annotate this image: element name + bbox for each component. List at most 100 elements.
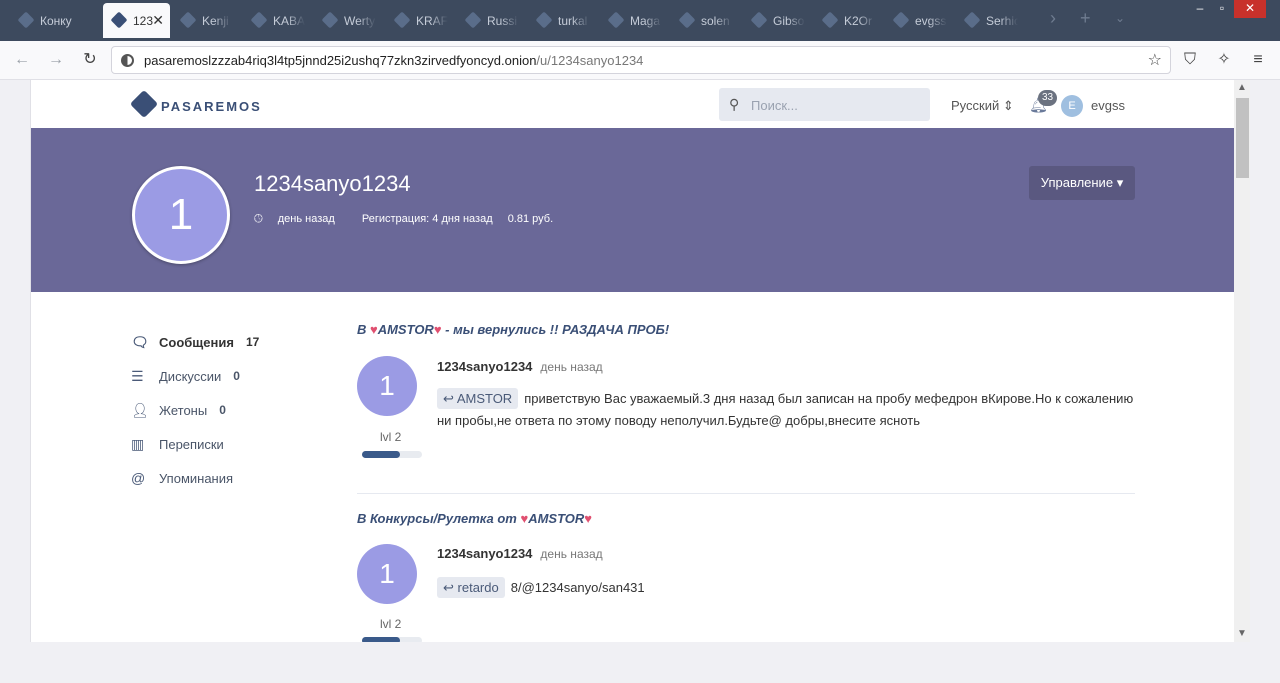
post-time[interactable]: день назад [540, 360, 602, 374]
site-favicon-icon [321, 11, 339, 29]
browser-tab[interactable]: KRAFT [376, 3, 448, 38]
page-scrollbar[interactable]: ▲ ▼ [1234, 80, 1250, 642]
balance: 0.81 руб. [507, 213, 554, 225]
search-box[interactable]: ⚲ [719, 88, 930, 121]
heart-icon: ♥ [370, 322, 378, 337]
reply-icon: ↩ [443, 580, 454, 595]
close-window-icon[interactable]: ✕ [1234, 0, 1266, 18]
reload-icon[interactable]: ↻ [80, 50, 100, 70]
logo-icon[interactable] [129, 89, 159, 119]
profile-sidebar: 🗨︎ Сообщения 17 ☰ Дискуссии 0 👤︎ Жетоны 0 ▥ Пер… [131, 325, 331, 495]
post-time[interactable]: день назад [540, 547, 602, 561]
level-progress-fill [362, 451, 401, 458]
site-favicon-icon [179, 11, 197, 29]
address-bar[interactable]: pasaremoslzzzab4riq3l4tp5jnnd25i2ushq77z… [111, 46, 1171, 74]
browser-tab[interactable]: solen [661, 3, 733, 38]
site-favicon-icon [821, 11, 839, 29]
at-icon: @ [131, 470, 146, 486]
browser-tab-strip: Конку 123✕ Kenji KABAI Werty KRAFT Russi… [0, 0, 1280, 41]
site-favicon-icon [250, 11, 268, 29]
sidebar-item-tokens[interactable]: 👤︎ Жетоны 0 [131, 393, 331, 427]
profile-meta: 🕓︎ день назад Регистрация: 4 дня назад 0… [254, 213, 565, 226]
profile-banner: 1 1234sanyo1234 🕓︎ день назад Регистраци… [31, 128, 1235, 292]
site-favicon-icon [678, 11, 696, 29]
post-author-avatar[interactable]: 1 [357, 356, 417, 416]
browser-tab[interactable]: Serhic [946, 3, 1018, 38]
browser-tab[interactable]: turkal [518, 3, 590, 38]
hamburger-menu-icon[interactable]: ≡ [1248, 50, 1268, 70]
shield-icon[interactable]: ⛉ [1180, 50, 1200, 70]
list-icon: ☰ [131, 367, 144, 384]
browser-tab[interactable]: Werty [304, 3, 376, 38]
site-header: PASAREMOS ⚲ Русский ⇕ 🔔︎ 33 E evgss [31, 80, 1235, 128]
tab-list-icon[interactable]: ⌄ [1115, 11, 1125, 25]
post-discussion-link[interactable]: В Конкурсы/Рулетка от ♥AMSTOR♥ [357, 511, 592, 526]
page-content: PASAREMOS ⚲ Русский ⇕ 🔔︎ 33 E evgss 1 12… [30, 80, 1250, 642]
search-input[interactable] [751, 95, 921, 115]
magic-wand-icon[interactable]: ✧ [1214, 50, 1234, 70]
sidebar-item-conversations[interactable]: ▥ Переписки [131, 427, 331, 461]
post-author[interactable]: 1234sanyo1234 день назад [437, 546, 603, 561]
post-author[interactable]: 1234sanyo1234 день назад [437, 359, 603, 374]
browser-tab[interactable]: Maga [590, 3, 662, 38]
browser-tab[interactable]: Russi [447, 3, 519, 38]
profile-name: 1234sanyo1234 [254, 171, 411, 196]
post-author-level: lvl 2 [380, 617, 402, 631]
manage-button[interactable]: Управление ▾ [1029, 166, 1135, 200]
browser-tab[interactable]: evgss [875, 3, 947, 38]
scroll-down-icon[interactable]: ▼ [1234, 628, 1250, 639]
sidebar-item-posts[interactable]: 🗨︎ Сообщения 17 [131, 325, 331, 359]
sidebar-item-discussions[interactable]: ☰ Дискуссии 0 [131, 359, 331, 393]
bookmark-star-icon[interactable]: ☆ [1148, 50, 1162, 70]
post-divider [357, 493, 1135, 494]
heart-icon: ♥ [584, 511, 593, 526]
profile-avatar: 1 [132, 166, 230, 264]
post-body: ↩ AMSTOR приветствую Вас уважаемый.3 дня … [437, 388, 1137, 432]
level-progress-bar [362, 637, 422, 642]
reply-to-chip[interactable]: ↩ retardo [437, 577, 505, 598]
browser-tab[interactable]: Kenji [162, 3, 232, 38]
logo-text[interactable]: PASAREMOS [161, 99, 262, 114]
post-author-avatar[interactable]: 1 [357, 544, 417, 604]
back-icon[interactable]: ← [12, 50, 32, 70]
url-text: pasaremoslzzzab4riq3l4tp5jnnd25i2ushq77z… [144, 53, 644, 68]
registration-date: Регистрация: 4 дня назад [361, 213, 493, 225]
search-icon: ⚲ [729, 96, 740, 112]
browser-tab[interactable]: KABAI [233, 3, 305, 38]
post-author-level: lvl 2 [380, 430, 402, 444]
post-discussion-link[interactable]: В ♥AMSTOR♥ - мы вернулись !! РАЗДАЧА ПРО… [357, 322, 669, 337]
restore-window-icon[interactable]: ▫ [1212, 0, 1232, 18]
browser-navigation-bar: ← → ↻ pasaremoslzzzab4riq3l4tp5jnnd25i2u… [0, 41, 1280, 80]
browser-tab[interactable]: Конку [0, 3, 100, 38]
comment-icon: 🗨︎ [131, 333, 149, 350]
site-favicon-icon [892, 11, 910, 29]
level-progress-fill [362, 637, 401, 642]
sort-arrows-icon: ⇕ [1002, 98, 1014, 113]
site-favicon-icon [393, 11, 411, 29]
site-favicon-icon [464, 11, 482, 29]
level-progress-bar [362, 451, 422, 458]
browser-tab-active[interactable]: 123 ✕ [103, 3, 170, 38]
heart-icon: ♥ [433, 322, 442, 337]
minimize-window-icon[interactable]: – [1190, 0, 1210, 18]
site-favicon-icon [110, 11, 128, 29]
user-avatar[interactable]: E [1061, 95, 1083, 117]
site-favicon-icon [535, 11, 553, 29]
site-favicon-icon [17, 11, 35, 29]
sidebar-item-mentions[interactable]: @ Упоминания [131, 461, 331, 495]
new-tab-icon[interactable]: + [1080, 8, 1091, 29]
language-select[interactable]: Русский ⇕ [951, 98, 1014, 114]
caret-down-icon: ▾ [1116, 175, 1124, 190]
forward-icon[interactable]: → [46, 50, 66, 70]
scrollbar-thumb[interactable] [1236, 98, 1249, 178]
post-body: ↩ retardo 8/@1234sanyo/san431 [437, 577, 1137, 599]
reply-to-chip[interactable]: ↩ AMSTOR [437, 388, 519, 409]
site-favicon-icon [750, 11, 768, 29]
user-cog-icon: 👤︎ [131, 401, 149, 418]
browser-tab[interactable]: K2Or [804, 3, 876, 38]
scroll-up-icon[interactable]: ▲ [1234, 82, 1250, 93]
user-name[interactable]: evgss [1091, 98, 1125, 113]
scroll-tabs-right-icon[interactable]: › [1050, 8, 1056, 29]
site-favicon-icon [607, 11, 625, 29]
browser-tab[interactable]: Gibso [733, 3, 805, 38]
